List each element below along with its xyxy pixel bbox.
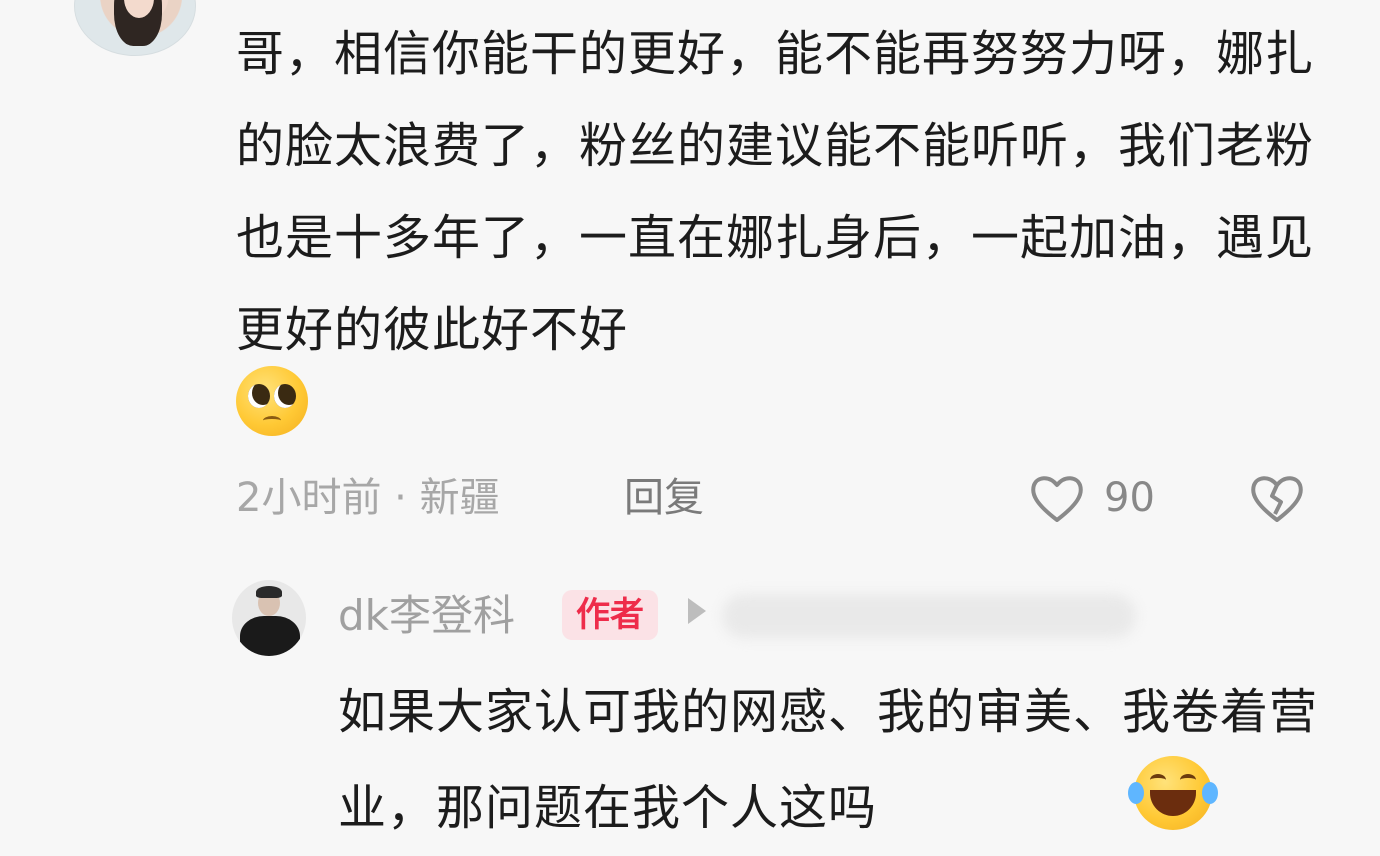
pleading-face-emoji-icon: [236, 366, 308, 436]
dislike-broken-heart-icon[interactable]: [1248, 472, 1306, 528]
like-heart-icon[interactable]: [1028, 472, 1086, 528]
reply-arrow-icon: [688, 598, 706, 624]
comment-time-location: 2小时前 · 新疆: [236, 475, 500, 521]
like-count: 90: [1104, 475, 1155, 521]
comment-text: 哥，相信你能干的更好，能不能再努努力呀，娜扎的脸太浪费了，粉丝的建议能不能听听，…: [236, 26, 1315, 358]
heart-outline-icon: [1031, 476, 1083, 522]
author-avatar[interactable]: [232, 580, 306, 656]
commenter-avatar[interactable]: [74, 0, 196, 56]
broken-heart-icon: [1251, 476, 1303, 522]
blurred-reply-target: [722, 594, 1136, 638]
reply-username[interactable]: dk李登科: [338, 588, 515, 644]
comment-meta-row: 2小时前 · 新疆 回复 90: [236, 470, 1336, 526]
reply-button[interactable]: 回复: [624, 470, 704, 526]
author-badge: 作者: [562, 590, 658, 640]
tears-of-joy-emoji-icon: [1128, 756, 1218, 830]
